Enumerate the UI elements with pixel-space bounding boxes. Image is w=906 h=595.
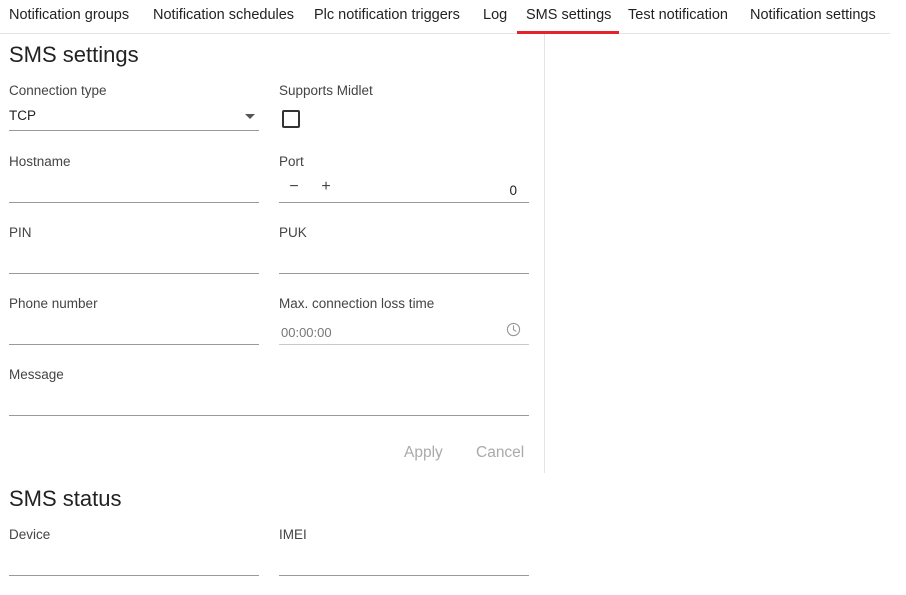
device-field: Device xyxy=(9,527,259,576)
max-connection-loss-time-field[interactable]: Max. connection loss time 00:00:00 xyxy=(279,296,529,345)
hostname-underline xyxy=(9,202,259,203)
phone-number-field[interactable]: Phone number xyxy=(9,296,259,345)
phone-number-underline xyxy=(9,344,259,345)
panel-divider xyxy=(544,34,545,473)
connection-type-underline xyxy=(9,130,259,131)
tab-sms-settings[interactable]: SMS settings xyxy=(517,0,619,34)
device-label: Device xyxy=(9,527,51,542)
tab-plc-notification-triggers[interactable]: Plc notification triggers xyxy=(305,0,474,33)
hostname-field[interactable]: Hostname xyxy=(9,154,259,203)
max-connection-loss-time-underline xyxy=(279,344,529,345)
hostname-label: Hostname xyxy=(9,154,71,169)
message-field[interactable]: Message xyxy=(9,367,529,416)
imei-underline xyxy=(279,575,529,576)
pin-underline xyxy=(9,273,259,274)
chevron-down-icon[interactable] xyxy=(245,114,255,119)
pin-field[interactable]: PIN xyxy=(9,225,259,274)
port-underline xyxy=(279,202,529,203)
sms-status-title: SMS status xyxy=(9,486,122,511)
port-value[interactable]: 0 xyxy=(509,183,517,198)
tab-test-notification[interactable]: Test notification xyxy=(619,0,741,33)
connection-type-value: TCP xyxy=(9,108,36,123)
tab-log[interactable]: Log xyxy=(474,0,517,33)
message-underline xyxy=(9,415,529,416)
connection-type-label: Connection type xyxy=(9,83,107,98)
plus-icon[interactable]: + xyxy=(318,179,334,195)
supports-midlet-field: Supports Midlet xyxy=(279,83,529,131)
device-underline xyxy=(9,575,259,576)
tab-notification-schedules[interactable]: Notification schedules xyxy=(144,0,305,33)
connection-type-select[interactable]: Connection type TCP xyxy=(9,83,259,131)
minus-icon[interactable]: − xyxy=(286,179,302,195)
supports-midlet-label: Supports Midlet xyxy=(279,83,373,98)
puk-label: PUK xyxy=(279,225,307,240)
apply-button[interactable]: Apply xyxy=(404,444,443,462)
cancel-button[interactable]: Cancel xyxy=(476,444,524,462)
max-connection-loss-time-label: Max. connection loss time xyxy=(279,296,435,311)
tab-bar: Notification groups Notification schedul… xyxy=(0,0,890,34)
clock-icon[interactable] xyxy=(506,322,521,337)
imei-field: IMEI xyxy=(279,527,529,576)
tab-notification-groups[interactable]: Notification groups xyxy=(0,0,144,33)
tab-notification-settings[interactable]: Notification settings xyxy=(741,0,890,33)
port-stepper[interactable]: Port − + 0 xyxy=(279,154,529,203)
message-label: Message xyxy=(9,367,64,382)
imei-label: IMEI xyxy=(279,527,307,542)
max-connection-loss-time-placeholder: 00:00:00 xyxy=(281,325,332,340)
port-label: Port xyxy=(279,154,304,169)
phone-number-label: Phone number xyxy=(9,296,98,311)
puk-underline xyxy=(279,273,529,274)
puk-field[interactable]: PUK xyxy=(279,225,529,274)
pin-label: PIN xyxy=(9,225,32,240)
sms-settings-title: SMS settings xyxy=(9,42,139,67)
supports-midlet-checkbox[interactable] xyxy=(282,110,300,128)
